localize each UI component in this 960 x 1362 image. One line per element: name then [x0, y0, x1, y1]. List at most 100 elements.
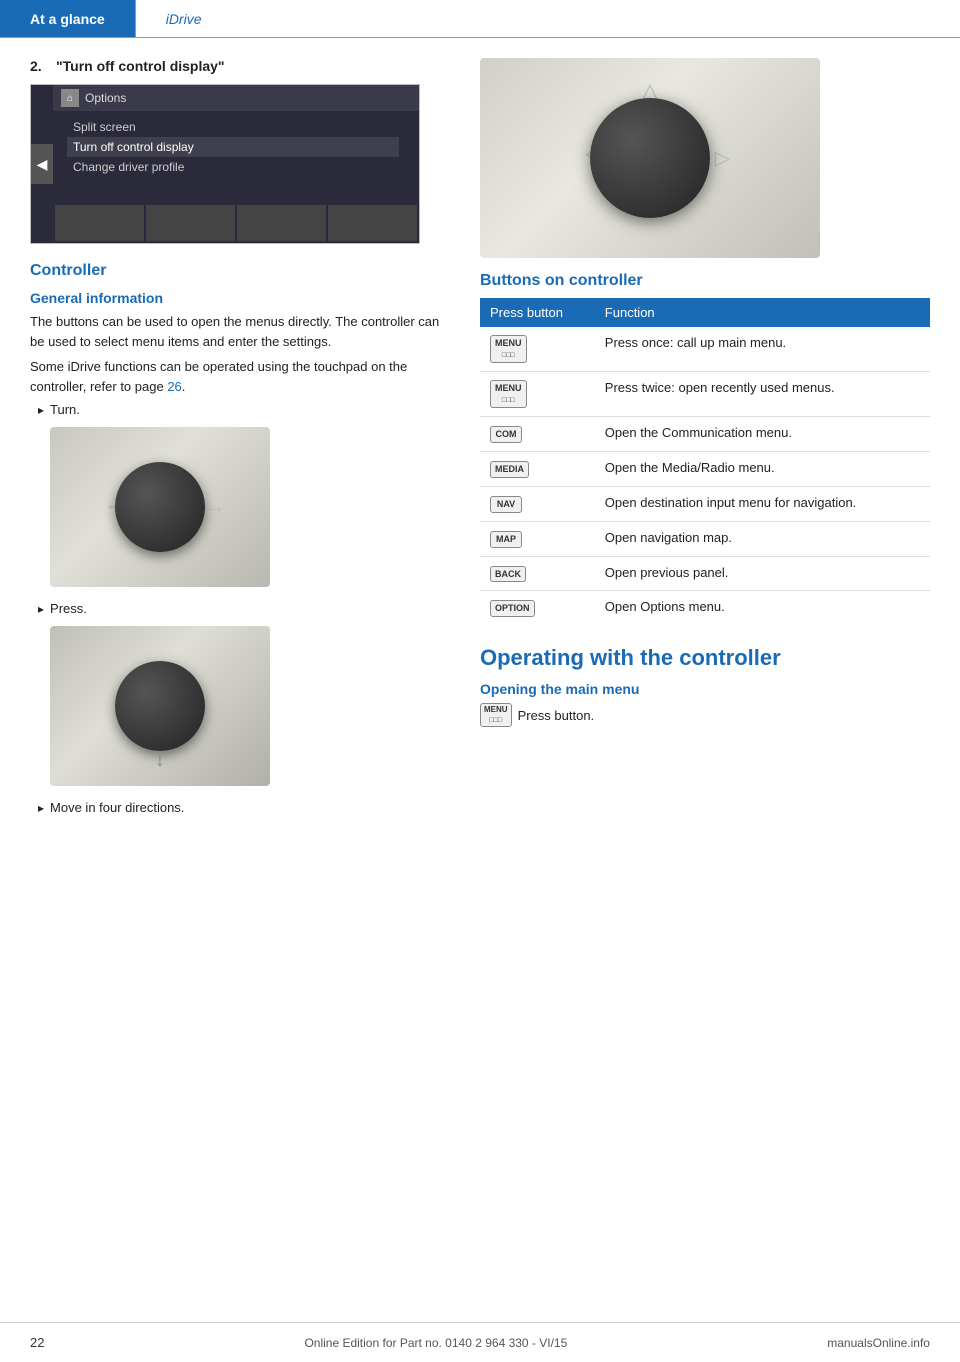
step-number: 2. [30, 58, 50, 74]
arrows-overlay-press: ↓ [50, 626, 270, 786]
nav-button-icon: NAV [490, 496, 522, 513]
function-cell: Open previous panel. [595, 556, 930, 591]
function-cell: Open the Communication menu. [595, 417, 930, 452]
screen-menu-item: Change driver profile [73, 157, 399, 177]
function-cell: Open the Media/Radio menu. [595, 452, 930, 487]
page-header: At a glance iDrive [0, 0, 960, 38]
page-link[interactable]: 26 [167, 379, 181, 394]
btn-cell: MENU□□□ [480, 327, 595, 372]
table-row: MENU□□□ Press once: call up main menu. [480, 327, 930, 372]
general-info-heading: General information [30, 290, 450, 306]
buttons-heading: Buttons on controller [480, 272, 930, 290]
screen-bar [237, 205, 326, 241]
opening-menu-row: MENU□□□ Press button. [480, 703, 930, 727]
map-button-icon: MAP [490, 531, 522, 548]
menu-button-icon-2: MENU□□□ [490, 380, 527, 408]
tab-at-a-glance[interactable]: At a glance [0, 0, 135, 37]
opening-menu-text: Press button. [518, 708, 595, 723]
table-row: MENU□□□ Press twice: open recently used … [480, 372, 930, 417]
function-cell: Press once: call up main menu. [595, 327, 930, 372]
home-icon: ⌂ [61, 89, 79, 107]
table-row: OPTION Open Options menu. [480, 591, 930, 625]
opening-menu-heading: Opening the main menu [480, 681, 930, 697]
btn-cell: MENU□□□ [480, 372, 595, 417]
btn-cell: MAP [480, 521, 595, 556]
main-content: 2. "Turn off control display" ◀ ⌂ Option… [0, 38, 960, 841]
step-title: "Turn off control display" [56, 58, 225, 74]
table-header: Press button Function [480, 298, 930, 327]
body-text-1: The buttons can be used to open the menu… [30, 312, 450, 351]
back-button-icon: BACK [490, 566, 526, 583]
tab-inactive-label: iDrive [166, 11, 202, 27]
col-function: Function [595, 298, 930, 327]
screen-bar [146, 205, 235, 241]
arrows-overlay: ← → [50, 427, 270, 587]
btn-cell: MEDIA [480, 452, 595, 487]
opening-menu-btn-icon: MENU□□□ [480, 703, 512, 727]
function-text: Open the Communication menu. [605, 425, 792, 440]
function-text: Open the Media/Radio menu. [605, 460, 775, 475]
buttons-table: Press button Function MENU□□□ Press once… [480, 298, 930, 625]
arrow-right-icon: → [207, 497, 225, 518]
controller-image-press: ↓ [50, 626, 270, 786]
btn-cell: OPTION [480, 591, 595, 625]
bullet-arrow-icon: ▸ [38, 602, 44, 616]
function-cell: Open navigation map. [595, 521, 930, 556]
option-button-icon: OPTION [490, 600, 535, 617]
table-header-row: Press button Function [480, 298, 930, 327]
function-text: Press twice: open recently used menus. [605, 380, 835, 395]
function-text: Open previous panel. [605, 565, 729, 580]
function-text: Open Options menu. [605, 599, 725, 614]
screen-menu-item: Split screen [73, 117, 399, 137]
com-button-icon: COM [490, 426, 522, 443]
bullet-press: ▸ Press. [38, 601, 450, 616]
screen-mockup: ◀ ⌂ Options Split screen Turn off contro… [30, 84, 420, 244]
screen-left-arrow: ◀ [31, 144, 53, 184]
large-controller-wrapper: △ ▷ ◁ [565, 73, 735, 243]
right-column: △ ▷ ◁ Buttons on controller Press button… [480, 58, 930, 821]
bullet-move: ▸ Move in four directions. [38, 800, 450, 815]
function-text: Open destination input menu for navigati… [605, 495, 857, 510]
controller-knob [115, 462, 205, 552]
screen-bar [55, 205, 144, 241]
screen-top-bar: ⌂ Options [53, 85, 419, 111]
arrow-down-icon: ↓ [156, 750, 165, 771]
tab-active-label: At a glance [30, 11, 105, 27]
media-button-icon: MEDIA [490, 461, 529, 478]
controller-heading: Controller [30, 262, 450, 280]
function-cell: Open Options menu. [595, 591, 930, 625]
table-row: MEDIA Open the Media/Radio menu. [480, 452, 930, 487]
function-text: Press once: call up main menu. [605, 335, 786, 350]
footer-right-text: manualsOnline.info [827, 1336, 930, 1350]
function-text: Open navigation map. [605, 530, 732, 545]
body-text-2-end: . [182, 379, 186, 394]
btn-cell: NAV [480, 486, 595, 521]
table-row: BACK Open previous panel. [480, 556, 930, 591]
bullet-press-text: Press. [50, 601, 87, 616]
bullet-arrow-icon: ▸ [38, 403, 44, 417]
function-cell: Press twice: open recently used menus. [595, 372, 930, 417]
table-row: MAP Open navigation map. [480, 521, 930, 556]
arrow-set-press: ↓ [95, 641, 225, 771]
table-body: MENU□□□ Press once: call up main menu. M… [480, 327, 930, 625]
function-cell: Open destination input menu for navigati… [595, 486, 930, 521]
table-row: COM Open the Communication menu. [480, 417, 930, 452]
table-row: NAV Open destination input menu for navi… [480, 486, 930, 521]
footer-center-text: Online Edition for Part no. 0140 2 964 3… [304, 1336, 567, 1350]
operating-section: Operating with the controller Opening th… [480, 645, 930, 727]
screen-bar [328, 205, 417, 241]
menu-button-icon: MENU□□□ [490, 335, 527, 363]
controller-knob-press [115, 661, 205, 751]
bullet-turn-text: Turn. [50, 402, 80, 417]
body-text-2: Some iDrive functions can be operated us… [30, 357, 450, 396]
arrow-set: ← → [95, 442, 225, 572]
controller-knob-large [590, 98, 710, 218]
page-footer: 22 Online Edition for Part no. 0140 2 96… [0, 1322, 960, 1362]
controller-image-turn: ← → [50, 427, 270, 587]
bullet-turn: ▸ Turn. [38, 402, 450, 417]
btn-cell: BACK [480, 556, 595, 591]
body-text-2-main: Some iDrive functions can be operated us… [30, 359, 407, 394]
screen-menu-item-selected: Turn off control display [67, 137, 399, 157]
btn-cell: COM [480, 417, 595, 452]
tab-idrive[interactable]: iDrive [135, 0, 232, 37]
